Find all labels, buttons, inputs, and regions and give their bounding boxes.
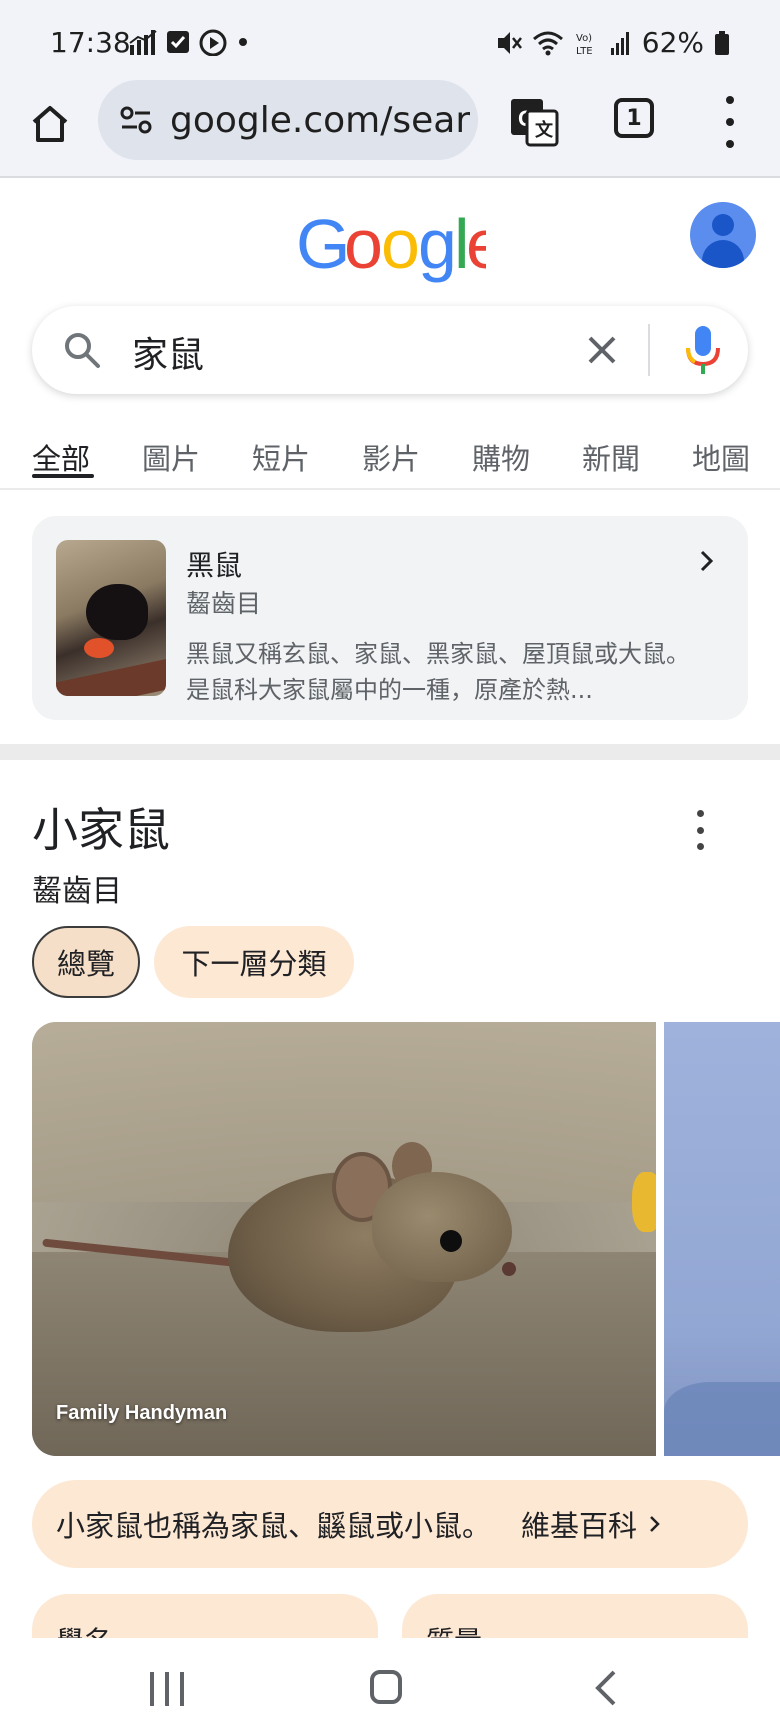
source-link[interactable]: 維基百科 <box>521 1503 637 1545</box>
svg-text:o: o <box>381 206 418 283</box>
knowledge-panel-subtitle: 齧齒目 <box>32 874 122 909</box>
status-left-icons <box>128 28 250 56</box>
tab-news[interactable]: 新聞 <box>582 436 640 478</box>
svg-text:g: g <box>418 206 455 283</box>
related-entity-card[interactable]: 黑鼠 齧齒目 黑鼠又稱玄鼠、家鼠、黑家鼠、屋頂鼠或大鼠。是鼠科大家鼠屬中的一種，… <box>32 516 748 720</box>
chip-overview[interactable]: 總覽 <box>32 926 140 998</box>
more-options-icon[interactable] <box>690 810 710 850</box>
svg-text:G: G <box>296 206 348 283</box>
account-avatar[interactable] <box>690 202 756 268</box>
status-time: 17:38 <box>50 26 131 59</box>
url-text[interactable]: google.com/search <box>170 100 470 141</box>
search-tabs: 全部 圖片 短片 影片 購物 新聞 地圖 <box>0 430 780 490</box>
search-box[interactable]: 家鼠 <box>32 306 748 394</box>
svg-text:e: e <box>466 206 486 283</box>
chevron-right-icon <box>650 1516 660 1532</box>
entity-subtitle: 齧齒目 <box>186 589 262 618</box>
checkbox-icon <box>167 31 189 53</box>
dot-icon <box>239 38 247 46</box>
battery-percent: 62% <box>641 26 704 59</box>
translate-icon: G 文 <box>511 99 559 147</box>
tab-images[interactable]: 圖片 <box>142 436 200 478</box>
browser-toolbar: google.com/search G 文 1 <box>0 80 780 178</box>
entity-description: 黑鼠又稱玄鼠、家鼠、黑家鼠、屋頂鼠或大鼠。是鼠科大家鼠屬中的一種，原產於熱... <box>186 640 690 704</box>
entity-thumbnail <box>56 540 166 696</box>
knowledge-panel-title: 小家鼠 <box>32 803 170 857</box>
home-icon <box>32 106 68 142</box>
google-logo: G o o g l e <box>296 205 505 302</box>
summary-bar[interactable]: 小家鼠也稱為家鼠、鼷鼠或小鼠。 維基百科 <box>32 1480 748 1568</box>
battery-icon <box>715 30 729 55</box>
avatar-body <box>702 240 744 268</box>
wifi-icon <box>532 31 563 55</box>
translate-button[interactable]: G 文 <box>506 94 562 150</box>
clear-icon[interactable] <box>580 328 624 372</box>
chip-subclassification[interactable]: 下一層分類 <box>154 926 354 998</box>
tab-short-videos[interactable]: 短片 <box>252 436 310 478</box>
house-mouse-photo[interactable]: Family Handyman <box>32 1022 656 1456</box>
search-input[interactable]: 家鼠 <box>132 326 204 378</box>
back-icon[interactable] <box>592 1668 620 1708</box>
status-bar: 17:38 Vo) LTE 62% <box>0 0 780 80</box>
more-menu-button[interactable] <box>718 96 742 148</box>
home-button[interactable] <box>24 98 76 150</box>
photo-credit: Family Handyman <box>56 1402 228 1424</box>
chevron-right-icon <box>700 550 714 572</box>
tab-shopping[interactable]: 購物 <box>472 436 530 478</box>
tab-all[interactable]: 全部 <box>32 436 90 478</box>
active-tab-indicator <box>32 474 94 478</box>
microphone-icon[interactable] <box>680 322 726 378</box>
svg-text:o: o <box>344 206 381 283</box>
entity-title: 黑鼠 <box>186 549 243 582</box>
tab-maps[interactable]: 地圖 <box>692 436 750 478</box>
search-divider <box>648 324 650 376</box>
svg-text:Vo): Vo) <box>576 33 592 44</box>
signal-stats-icon <box>129 30 157 55</box>
site-settings-icon[interactable] <box>116 100 156 140</box>
section-divider <box>0 744 780 760</box>
signal-icon <box>610 31 629 55</box>
svg-text:文: 文 <box>535 119 554 141</box>
search-icon <box>65 333 100 368</box>
mute-icon <box>497 31 522 54</box>
youtube-icon <box>199 29 227 56</box>
recents-button[interactable] <box>150 1672 184 1706</box>
address-bar[interactable]: google.com/search <box>98 80 478 160</box>
home-nav-button[interactable] <box>370 1670 402 1704</box>
tab-videos[interactable]: 影片 <box>362 436 420 478</box>
status-right-icons: Vo) LTE 62% <box>496 26 730 59</box>
tab-switcher-button[interactable]: 1 <box>614 98 654 138</box>
svg-text:LTE: LTE <box>576 46 593 57</box>
summary-text: 小家鼠也稱為家鼠、鼷鼠或小鼠。 <box>56 1509 492 1543</box>
avatar-head <box>712 214 734 236</box>
navigation-bar <box>0 1638 780 1734</box>
volte-icon: Vo) LTE <box>576 33 593 57</box>
second-photo[interactable] <box>664 1022 780 1456</box>
